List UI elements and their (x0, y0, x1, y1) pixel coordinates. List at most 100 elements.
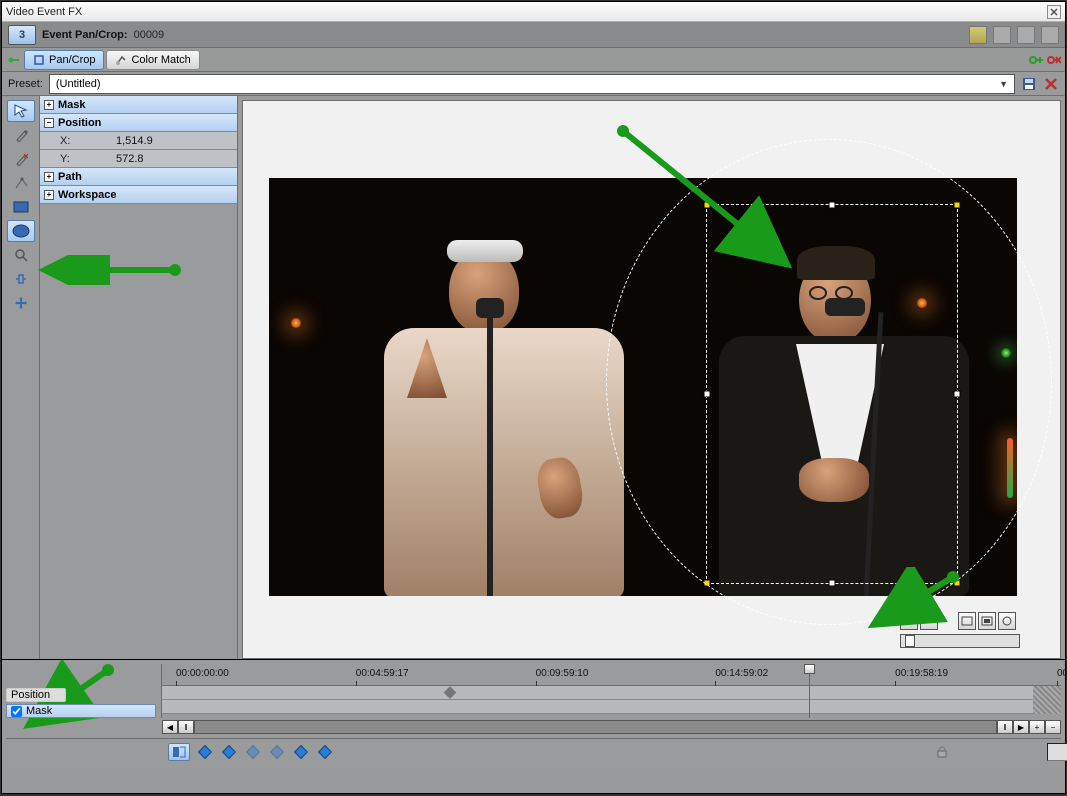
save-preset-button[interactable] (1021, 76, 1037, 92)
window-title: Video Event FX (6, 6, 1047, 18)
header-toggle-a[interactable] (969, 26, 987, 44)
prop-position-header[interactable]: −Position (40, 114, 237, 132)
ruler-tick: 00:14:59:02 (715, 668, 768, 679)
sync-cursor-button[interactable] (168, 743, 190, 761)
tab-pan-crop-label: Pan/Crop (49, 54, 95, 66)
last-keyframe-button[interactable] (316, 743, 334, 761)
tool-edit[interactable] (7, 100, 35, 122)
prop-workspace-header[interactable]: +Workspace (40, 186, 237, 204)
prop-mask-header[interactable]: + Mask (40, 96, 237, 114)
prop-path-header[interactable]: + Path (40, 168, 237, 186)
delete-keyframe-button[interactable] (268, 743, 286, 761)
canvas-tray: + − (900, 612, 1030, 648)
tab-color-match-label: Color Match (131, 54, 190, 66)
event-icon[interactable]: 3 (8, 25, 36, 45)
timeline-body[interactable]: 00:00:00:0000:04:59:1700:09:59:1000:14:5… (162, 664, 1061, 718)
scroll-left-button[interactable]: ◀ (162, 720, 178, 734)
playhead[interactable] (809, 664, 810, 718)
fx-chain-row: Pan/Crop Color Match (2, 48, 1065, 72)
track-mask-lane[interactable] (162, 700, 1061, 714)
zoom-in-timeline-button[interactable]: + (1029, 720, 1045, 734)
properties-panel: +Mask −Position X:1,514.9 Y:572.8 +Path … (40, 96, 238, 659)
transport-bar: 00:18:00:12 (6, 738, 1061, 764)
next-keyframe-button[interactable] (292, 743, 310, 761)
plugin-add-icon[interactable] (1027, 52, 1043, 68)
add-keyframe-button[interactable] (244, 743, 262, 761)
mask-ellipse[interactable] (606, 139, 1052, 625)
delete-preset-button[interactable] (1043, 76, 1059, 92)
track-mask-label: Mask (26, 705, 52, 717)
tool-rectangle-mask[interactable] (7, 196, 35, 218)
scroll-left-step-button[interactable]: ‖ (178, 720, 194, 734)
track-mask[interactable]: Mask (6, 704, 156, 718)
close-icon (1050, 8, 1058, 16)
preset-row: Preset: (Untitled) ▼ (2, 72, 1065, 96)
scroll-right-step-button[interactable]: ‖ (997, 720, 1013, 734)
tool-anchor-create[interactable] (7, 124, 35, 146)
event-icon-text: 3 (19, 29, 25, 41)
tool-enable-snap[interactable] (7, 268, 35, 290)
tool-oval-mask[interactable] (7, 220, 35, 242)
prop-y-row[interactable]: Y: 572.8 (40, 150, 237, 168)
close-button[interactable] (1047, 5, 1061, 19)
tool-zoom[interactable] (7, 244, 35, 266)
tool-belt (2, 96, 40, 659)
track-position[interactable]: Position (6, 688, 66, 702)
tool-move-freely[interactable] (7, 292, 35, 314)
fit-button-c[interactable] (998, 612, 1016, 630)
expand-icon: + (44, 172, 54, 182)
expand-icon: + (44, 100, 54, 110)
ruler-tick: 00:04:59:17 (356, 668, 409, 679)
header-code: 00009 (134, 29, 165, 41)
track-position-label: Position (11, 689, 50, 701)
pan-crop-icon (33, 54, 45, 66)
lock-icon[interactable] (935, 745, 949, 759)
tab-color-match[interactable]: Color Match (106, 50, 199, 70)
prev-keyframe-button[interactable] (220, 743, 238, 761)
prop-mask-label: Mask (58, 99, 86, 111)
expand-icon: + (44, 190, 54, 200)
header-strip: 3 Event Pan/Crop: 00009 (2, 22, 1065, 48)
canvas-wrap: + − (238, 96, 1065, 659)
header-toggle-c[interactable] (1017, 26, 1035, 44)
titlebar: Video Event FX (2, 2, 1065, 22)
zoom-out-button[interactable]: − (920, 612, 938, 630)
prop-x-label: X: (44, 135, 112, 147)
tab-pan-crop[interactable]: Pan/Crop (24, 50, 104, 70)
video-event-fx-window: Video Event FX 3 Event Pan/Crop: 00009 P… (1, 1, 1066, 794)
tool-split-tangent[interactable] (7, 172, 35, 194)
zoom-in-button[interactable]: + (900, 612, 918, 630)
main-area: +Mask −Position X:1,514.9 Y:572.8 +Path … (2, 96, 1065, 659)
scroll-right-button[interactable]: ▶ (1013, 720, 1029, 734)
keyframe-marker[interactable] (443, 686, 456, 699)
zoom-slider[interactable] (900, 634, 1020, 648)
ruler-tick: 00:09:59:10 (536, 668, 589, 679)
header-label: Event Pan/Crop: (42, 29, 128, 41)
timeline-scrollbar[interactable]: ◀ ‖ ‖ ▶ + − (6, 720, 1061, 734)
plugin-remove-icon[interactable] (1045, 52, 1061, 68)
prop-path-label: Path (58, 171, 82, 183)
color-match-icon (115, 54, 127, 66)
timeline-track-labels: Position Mask (6, 664, 162, 718)
chain-start-icon (6, 52, 22, 68)
canvas[interactable]: + − (242, 100, 1061, 659)
timeline: Position Mask 00:00:00:0000:04:59:1700:0… (2, 659, 1065, 768)
prop-y-label: Y: (44, 153, 112, 165)
preset-value: (Untitled) (56, 78, 101, 90)
track-position-lane[interactable] (162, 686, 1061, 700)
tool-anchor-delete[interactable] (7, 148, 35, 170)
track-mask-checkbox[interactable] (11, 706, 22, 717)
first-keyframe-button[interactable] (196, 743, 214, 761)
fit-button-a[interactable] (958, 612, 976, 630)
prop-x-value: 1,514.9 (116, 135, 233, 147)
timeline-ruler[interactable]: 00:00:00:0000:04:59:1700:09:59:1000:14:5… (162, 664, 1061, 686)
keyframe-nav-buttons (196, 743, 334, 761)
header-toggle-d[interactable] (1041, 26, 1059, 44)
preset-dropdown[interactable]: (Untitled) ▼ (49, 74, 1015, 94)
zoom-out-timeline-button[interactable]: − (1045, 720, 1061, 734)
header-toggle-b[interactable] (993, 26, 1011, 44)
prop-x-row[interactable]: X: 1,514.9 (40, 132, 237, 150)
fit-button-b[interactable] (978, 612, 996, 630)
ruler-tick: 00:19:58:19 (895, 668, 948, 679)
prop-y-value: 572.8 (116, 153, 233, 165)
